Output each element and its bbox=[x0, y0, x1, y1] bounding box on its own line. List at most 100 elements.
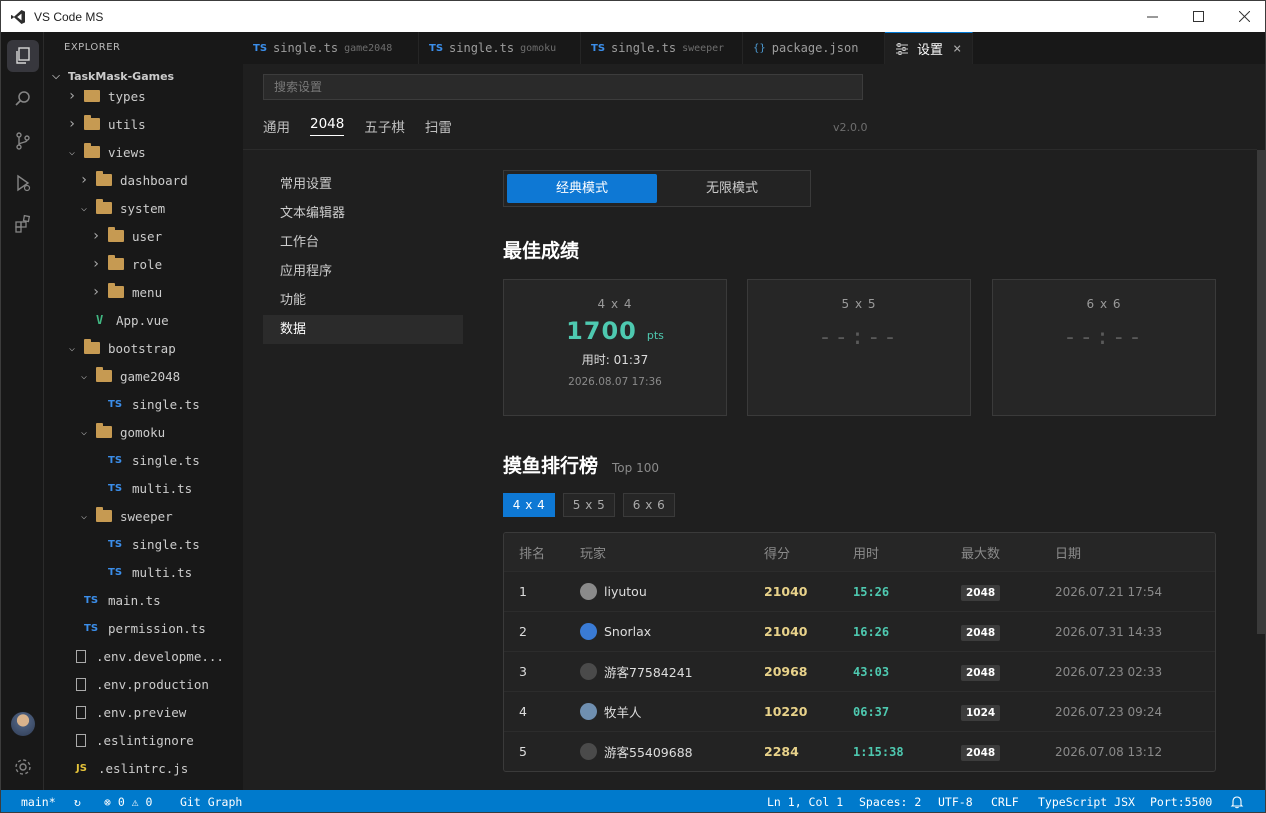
cursor-position[interactable]: Ln 1, Col 1 bbox=[767, 790, 843, 812]
tree-item[interactable]: JS .eslintrc.js bbox=[44, 754, 243, 782]
left-nav-item[interactable]: 常用设置 bbox=[263, 170, 463, 199]
branch-status[interactable]: main* bbox=[21, 790, 56, 812]
board-size-tab[interactable]: 5 x 5 bbox=[563, 493, 615, 517]
mode-button[interactable]: 经典模式 bbox=[507, 174, 657, 203]
settings-search-input[interactable]: 搜索设置 bbox=[263, 74, 863, 100]
tree-item[interactable]: TS single.ts bbox=[44, 446, 243, 474]
folder-icon bbox=[108, 283, 124, 298]
source-control-activity[interactable] bbox=[7, 125, 39, 157]
tree-item-label: .env.preview bbox=[96, 704, 187, 720]
best-card-4x4: 4 x 4 1700 pts 用时: 01:37 2026.08.07 17:36 bbox=[503, 279, 727, 416]
tree-item[interactable]: TS multi.ts bbox=[44, 558, 243, 586]
tree-item-label: .eslintrc.js bbox=[98, 760, 189, 776]
max-cell: 2048 bbox=[961, 624, 1055, 641]
git-graph-button[interactable]: Git Graph bbox=[180, 790, 242, 812]
tree-item[interactable]: TS single.ts bbox=[44, 390, 243, 418]
tree-item-label: types bbox=[108, 88, 146, 104]
editor-tab[interactable]: TS single.ts game2048 bbox=[243, 32, 419, 64]
manage-activity[interactable] bbox=[7, 751, 39, 783]
tree-item[interactable]: .env.developme... bbox=[44, 642, 243, 670]
chevron-down-icon: ⌵ bbox=[52, 71, 60, 82]
tree-item[interactable]: .eslintignore bbox=[44, 726, 243, 754]
tree-item[interactable]: ⌵ system bbox=[44, 194, 243, 222]
run-debug-activity[interactable] bbox=[7, 167, 39, 199]
editor-tab[interactable]: {} package.json bbox=[743, 32, 885, 64]
left-nav-item[interactable]: 功能 bbox=[263, 286, 463, 315]
tree-item[interactable]: › role bbox=[44, 250, 243, 278]
left-nav-item[interactable]: 数据 bbox=[263, 315, 463, 344]
editor-tab[interactable]: TS single.ts sweeper bbox=[581, 32, 743, 64]
tree-item[interactable]: TS single.ts bbox=[44, 530, 243, 558]
folder-icon bbox=[84, 115, 100, 130]
title-bar: VS Code MS bbox=[1, 1, 1265, 32]
tree-item[interactable]: V App.vue bbox=[44, 306, 243, 334]
tree-item[interactable]: › user bbox=[44, 222, 243, 250]
tree-item-label: single.ts bbox=[132, 536, 200, 552]
settings-nav-tab[interactable]: 扫雷 bbox=[425, 116, 452, 136]
rank-cell: 2 bbox=[519, 624, 527, 639]
tree-item[interactable]: › dashboard bbox=[44, 166, 243, 194]
chevron-down-icon: ⌵ bbox=[80, 426, 88, 438]
chevron-right-icon: › bbox=[91, 256, 101, 272]
tree-item[interactable]: ⌵ sweeper bbox=[44, 502, 243, 530]
tab-label: package.json bbox=[771, 41, 859, 55]
tab-close-icon[interactable]: × bbox=[953, 41, 961, 57]
editor-tab[interactable]: TS single.ts gomoku bbox=[419, 32, 581, 64]
max-cell: 2048 bbox=[961, 744, 1055, 761]
table-row: 1 liyutou 21040 15:26 2048 2026.07.21 17:54 bbox=[504, 571, 1215, 611]
left-nav-item[interactable]: 工作台 bbox=[263, 228, 463, 257]
best-score-unit: pts bbox=[646, 329, 664, 342]
tree-item[interactable]: › utils bbox=[44, 110, 243, 138]
tree-item[interactable]: TS main.ts bbox=[44, 586, 243, 614]
notifications-button[interactable] bbox=[1230, 790, 1244, 812]
tree-item[interactable]: TS multi.ts bbox=[44, 474, 243, 502]
explorer-root-folder[interactable]: ⌵ TaskMask-Games bbox=[44, 64, 243, 90]
chevron-down-icon: ⌵ bbox=[68, 146, 76, 158]
left-nav-item[interactable]: 应用程序 bbox=[263, 257, 463, 286]
max-tile-badge: 2048 bbox=[961, 665, 1001, 681]
sync-icon[interactable]: ↻ bbox=[74, 790, 81, 812]
settings-nav-tab[interactable]: 五子棋 bbox=[364, 116, 405, 136]
root-folder-label: TaskMask-Games bbox=[68, 70, 175, 83]
tree-item-label: multi.ts bbox=[132, 480, 193, 496]
explorer-activity[interactable] bbox=[7, 40, 39, 72]
time-cell: 1:15:38 bbox=[853, 744, 904, 759]
left-nav-item[interactable]: 文本编辑器 bbox=[263, 199, 463, 228]
tree-item[interactable]: TS permission.ts bbox=[44, 614, 243, 642]
maximize-button[interactable] bbox=[1175, 1, 1221, 32]
chevron-right-icon: › bbox=[67, 116, 77, 132]
language-status[interactable]: TypeScript JSX bbox=[1038, 790, 1135, 812]
minimize-button[interactable] bbox=[1129, 1, 1175, 32]
settings-nav-tab[interactable]: 通用 bbox=[263, 116, 290, 136]
best-card-date: 2026.08.07 17:36 bbox=[568, 376, 662, 388]
search-activity[interactable] bbox=[7, 83, 39, 115]
board-size-tab[interactable]: 6 x 6 bbox=[623, 493, 675, 517]
folder-icon bbox=[96, 507, 112, 522]
file-icon bbox=[76, 705, 86, 719]
tree-item[interactable]: ⌵ game2048 bbox=[44, 362, 243, 390]
time-cell: 43:03 bbox=[853, 664, 890, 679]
extensions-activity[interactable] bbox=[7, 208, 39, 240]
mode-button[interactable]: 无限模式 bbox=[657, 174, 807, 203]
player-cell: 游客77584241 bbox=[580, 662, 764, 681]
tree-item[interactable]: ⌵ gomoku bbox=[44, 418, 243, 446]
close-button[interactable] bbox=[1221, 1, 1265, 32]
tree-item[interactable]: ⌵ bootstrap bbox=[44, 334, 243, 362]
editor-tab[interactable]: 设置 × bbox=[885, 32, 973, 64]
indentation-status[interactable]: Spaces: 2 bbox=[859, 790, 921, 812]
editor-scrollbar[interactable] bbox=[1257, 150, 1265, 634]
eol-status[interactable]: CRLF bbox=[991, 790, 1019, 812]
tree-item[interactable]: › menu bbox=[44, 278, 243, 306]
problems-status[interactable]: ⊗ 0 ⚠ 0 bbox=[104, 790, 152, 812]
board-size-tab[interactable]: 4 x 4 bbox=[503, 493, 555, 517]
port-status[interactable]: Port:5500 bbox=[1150, 790, 1212, 812]
account-activity[interactable] bbox=[7, 708, 39, 740]
encoding-status[interactable]: UTF-8 bbox=[938, 790, 973, 812]
tree-item[interactable]: ⌵ views bbox=[44, 138, 243, 166]
typescript-file-icon: TS bbox=[429, 42, 444, 54]
tree-item[interactable]: .env.production bbox=[44, 670, 243, 698]
tree-item[interactable]: .env.preview bbox=[44, 698, 243, 726]
typescript-file-icon: TS bbox=[108, 538, 123, 550]
settings-nav-tab[interactable]: 2048 bbox=[310, 116, 345, 136]
file-tree: › types › utils ⌵ views › dashboard ⌵ system › user… bbox=[44, 82, 243, 782]
